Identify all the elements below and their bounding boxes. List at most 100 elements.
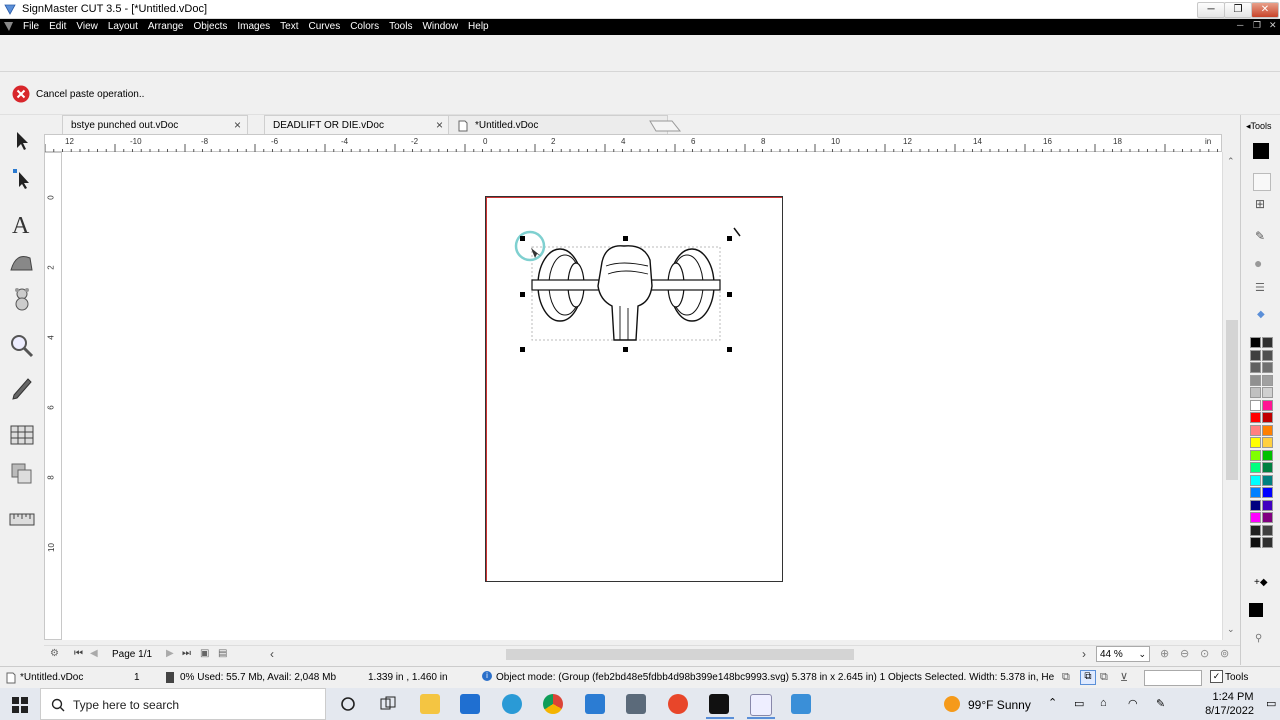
palette-swatch[interactable] <box>1262 424 1273 436</box>
weather-text[interactable]: 99°F Sunny <box>968 698 1031 712</box>
stroke-color-swatch[interactable] <box>1253 173 1271 191</box>
mdi-minimize-icon[interactable]: ─ <box>1237 20 1243 30</box>
palette-swatch[interactable] <box>1250 349 1261 361</box>
snap-icon[interactable]: ⧉ <box>1080 670 1096 685</box>
scroll-right-icon[interactable]: › <box>1082 647 1086 661</box>
palette-swatch[interactable] <box>1262 462 1273 473</box>
app-icon[interactable] <box>668 694 688 714</box>
prev-page-icon[interactable]: ◀ <box>90 648 98 659</box>
mail-icon[interactable] <box>585 694 605 714</box>
selection-handle[interactable] <box>623 236 628 241</box>
palette-swatch[interactable] <box>1262 524 1273 536</box>
close-icon[interactable]: × <box>234 116 241 135</box>
close-icon[interactable]: × <box>436 116 443 135</box>
next-page-icon[interactable]: ▶ <box>166 648 174 659</box>
chrome-icon[interactable] <box>543 694 563 714</box>
selection-handle[interactable] <box>520 347 525 352</box>
properties-icon[interactable]: ⊞ <box>1255 197 1265 211</box>
signmaster-cut-icon[interactable] <box>750 694 772 716</box>
photos-icon[interactable] <box>791 694 811 714</box>
signmaster-icon[interactable] <box>709 694 729 714</box>
file-explorer-icon[interactable] <box>420 694 440 714</box>
brush-icon[interactable]: ✎ <box>1255 229 1265 243</box>
chevron-up-icon[interactable]: ⌃ <box>1048 696 1057 709</box>
edge-icon[interactable] <box>502 694 522 714</box>
shape-tool[interactable] <box>8 248 36 276</box>
minimize-button[interactable]: ─ <box>1197 2 1225 18</box>
battery-icon[interactable]: ▭ <box>1074 697 1084 710</box>
select-tool[interactable] <box>8 127 36 155</box>
doc-icon[interactable] <box>3 21 14 32</box>
current-color-swatch[interactable] <box>1249 603 1263 617</box>
tag-icon[interactable]: ◆ <box>1257 309 1265 320</box>
last-page-icon[interactable]: ⏭ <box>182 648 191 659</box>
zoom-fit-icon[interactable]: ⊙ <box>1200 647 1209 660</box>
list-icon[interactable]: ☰ <box>1255 281 1265 294</box>
store-icon[interactable] <box>460 694 480 714</box>
selection-handle[interactable] <box>727 347 732 352</box>
zoom-tool[interactable] <box>8 332 36 360</box>
palette-swatch[interactable] <box>1262 537 1273 548</box>
new-tab-icon[interactable] <box>648 119 682 133</box>
menu-curves[interactable]: Curves <box>304 19 346 35</box>
menu-window[interactable]: Window <box>417 19 463 35</box>
pen-icon[interactable]: ✎ <box>1156 697 1165 710</box>
palette-swatch[interactable] <box>1250 512 1261 523</box>
palette-swatch[interactable] <box>1250 499 1261 511</box>
clipart-tool[interactable] <box>8 285 36 313</box>
measure-tool[interactable] <box>8 505 36 533</box>
status-input[interactable] <box>1144 670 1202 686</box>
palette-swatch[interactable] <box>1262 399 1273 411</box>
dumbbell-fist-artwork[interactable] <box>510 222 742 357</box>
palette-swatch[interactable] <box>1262 337 1273 348</box>
filter-icon[interactable]: ⊻ <box>1120 671 1128 684</box>
palette-swatch[interactable] <box>1262 387 1273 398</box>
scroll-left-icon[interactable]: ‹ <box>270 647 274 661</box>
tab-deadlift-or-die[interactable]: DEADLIFT OR DIE.vDoc × <box>264 115 450 136</box>
menu-tools[interactable]: Tools <box>384 19 417 35</box>
selection-handle[interactable] <box>623 347 628 352</box>
palette-swatch[interactable] <box>1262 449 1273 461</box>
menu-file[interactable]: File <box>18 19 44 35</box>
palette-swatch[interactable] <box>1262 374 1273 386</box>
taskbar-search[interactable]: Type here to search <box>40 688 326 720</box>
node-edit-tool[interactable] <box>8 165 36 193</box>
zoom-in-icon[interactable]: ⊕ <box>1160 647 1169 660</box>
palette-swatch[interactable] <box>1262 437 1273 448</box>
task-view-icon[interactable] <box>378 694 398 714</box>
palette-swatch[interactable] <box>1262 474 1273 486</box>
selection-handle[interactable] <box>727 292 732 297</box>
zoom-select[interactable]: 44 % ⌄ <box>1096 646 1150 662</box>
notifications-icon[interactable]: ▭ <box>1266 697 1276 710</box>
fill-color-swatch[interactable] <box>1253 143 1269 159</box>
maximize-button[interactable]: ❐ <box>1224 2 1252 18</box>
group-icon[interactable]: ⧉ <box>1062 671 1070 684</box>
weld-tool[interactable] <box>8 460 36 488</box>
duplicate-page-icon[interactable]: ▤ <box>218 648 227 659</box>
mdi-close-icon[interactable]: ✕ <box>1269 20 1277 31</box>
horizontal-scroll-thumb[interactable] <box>506 649 854 660</box>
scroll-thumb[interactable] <box>1226 320 1238 480</box>
menu-layout[interactable]: Layout <box>103 19 143 35</box>
zoom-out-icon[interactable]: ⊖ <box>1180 647 1189 660</box>
clock-date[interactable]: 8/17/2022 <box>1182 705 1254 717</box>
network-icon[interactable]: ⌂ <box>1100 697 1107 709</box>
circle-icon[interactable]: ● <box>1254 255 1262 271</box>
menu-help[interactable]: Help <box>463 19 494 35</box>
page-setup-icon[interactable]: ⚙ <box>50 648 59 659</box>
palette-swatch[interactable] <box>1262 362 1273 373</box>
tile-tool[interactable] <box>8 421 36 449</box>
tab-bstye-punched-out[interactable]: bstye punched out.vDoc × <box>62 115 248 136</box>
camera-icon[interactable] <box>626 694 646 714</box>
palette-swatch[interactable] <box>1250 362 1261 373</box>
mdi-restore-icon[interactable]: ❐ <box>1253 20 1261 31</box>
palette-swatch[interactable] <box>1250 399 1261 411</box>
palette-swatch[interactable] <box>1250 487 1261 498</box>
scroll-down-icon[interactable]: ⌄ <box>1227 624 1235 635</box>
palette-swatch[interactable] <box>1250 387 1261 398</box>
text-tool[interactable]: A <box>8 210 36 239</box>
add-color-icon[interactable]: +◆ <box>1254 577 1268 588</box>
palette-swatch[interactable] <box>1250 374 1261 386</box>
menu-edit[interactable]: Edit <box>44 19 71 35</box>
weather-sun-icon[interactable] <box>944 696 960 712</box>
